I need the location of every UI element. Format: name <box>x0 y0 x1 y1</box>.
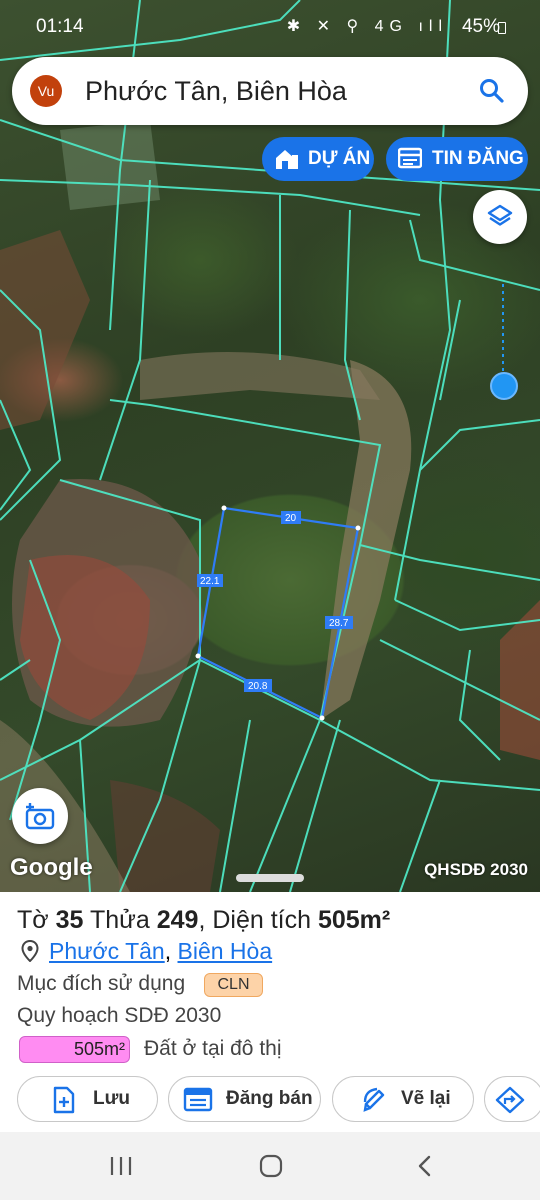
avatar[interactable]: Vu <box>30 75 62 107</box>
city-link[interactable]: Biên Hòa <box>178 938 273 964</box>
status-icons: ✱ ✕ ⚲ 4G ıll <box>286 18 448 35</box>
directions-button[interactable] <box>484 1076 540 1122</box>
search-bar[interactable]: Vu Phước Tân, Biên Hòa <box>12 57 528 125</box>
add-photo-button[interactable] <box>12 788 68 844</box>
edit-icon <box>363 1087 385 1112</box>
redraw-label: Vẽ lại <box>401 1088 451 1109</box>
battery-level: 45% <box>461 16 500 37</box>
edge-label-bottom: 20.8 <box>248 681 268 692</box>
layers-button[interactable] <box>473 190 527 244</box>
sheet-drag-handle[interactable] <box>236 874 304 882</box>
post-sale-button[interactable]: Đăng bán <box>168 1076 321 1122</box>
parcel-title: Tờ 35 Thửa 249, Diện tích 505m² <box>17 906 390 935</box>
usage-code-badge: CLN <box>204 973 263 997</box>
calendar-icon <box>183 1087 213 1112</box>
area-label: Diện tích <box>212 906 312 934</box>
directions-icon <box>495 1086 525 1114</box>
parcel-info-sheet: Tờ 35 Thửa 249, Diện tích 505m² Phước Tâ… <box>0 874 540 1132</box>
back-icon[interactable] <box>412 1154 438 1178</box>
status-time: 01:14 <box>36 16 84 37</box>
location-separator: , <box>164 938 172 964</box>
add-file-icon <box>53 1086 75 1114</box>
sell-label: Đăng bán <box>226 1088 313 1109</box>
plot-number: 249 <box>156 906 199 934</box>
projects-chip[interactable]: DỰ ÁN <box>262 137 374 181</box>
listings-chip-label: TIN ĐĂNG <box>432 148 524 169</box>
satellite-map[interactable]: 20 22.1 28.7 20.8 <box>0 0 540 892</box>
edge-label-right: 28.7 <box>329 618 349 629</box>
save-button[interactable]: Lưu <box>17 1076 158 1122</box>
listings-icon <box>398 147 422 169</box>
plan-land-use: Đất ở tại đô thị <box>144 1037 282 1060</box>
battery-icon <box>498 22 506 34</box>
my-location-dot <box>490 372 518 400</box>
sheet-label: Tờ <box>17 906 49 934</box>
layers-icon <box>487 204 513 226</box>
projects-chip-label: DỰ ÁN <box>308 148 371 169</box>
redraw-button[interactable]: Vẽ lại <box>332 1076 474 1122</box>
pin-icon <box>21 940 39 962</box>
edge-label-left: 22.1 <box>200 576 220 587</box>
plan-layer-label: QHSDĐ 2030 <box>424 860 528 879</box>
usage-label: Mục đích sử dụng <box>17 972 186 995</box>
save-label: Lưu <box>93 1088 130 1109</box>
home-icon <box>276 150 298 169</box>
recents-icon[interactable] <box>108 1154 134 1178</box>
add-photo-icon <box>25 803 55 830</box>
parcel-area: 505m² <box>317 906 391 934</box>
plot-label: Thửa <box>89 906 150 934</box>
sheet-number: 35 <box>55 906 84 934</box>
plan-area-chip: 505m² <box>19 1036 130 1063</box>
edge-label-top: 20 <box>285 513 297 524</box>
ward-link[interactable]: Phước Tân <box>49 938 165 964</box>
system-nav-bar <box>0 1132 540 1200</box>
google-logo: Google <box>10 854 93 881</box>
search-icon[interactable] <box>478 77 506 105</box>
home-nav-icon[interactable] <box>258 1154 284 1178</box>
listings-chip[interactable]: TIN ĐĂNG <box>386 137 528 181</box>
title-separator: , <box>198 906 206 934</box>
search-input[interactable]: Phước Tân, Biên Hòa <box>85 76 347 107</box>
status-bar: 01:14 ✱ ✕ ⚲ 4G ıll 45% <box>0 0 540 52</box>
plan-label: Quy hoạch SDĐ 2030 <box>17 1004 222 1027</box>
